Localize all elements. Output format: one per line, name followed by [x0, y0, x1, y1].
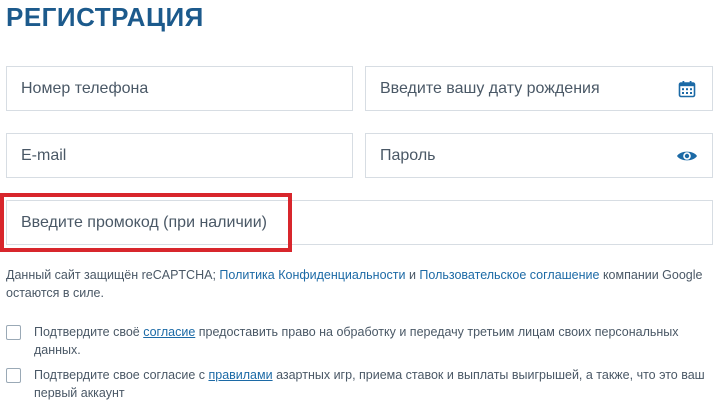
consent-personal-data: Подтвердите своё согласие предоставить п…	[6, 323, 712, 359]
consent-rules: Подтвердите свое согласие с правилами аз…	[6, 366, 712, 402]
promo-highlight-frame	[0, 193, 292, 252]
calendar-icon[interactable]	[676, 78, 698, 100]
consent-rules-text: Подтвердите свое согласие с правилами аз…	[34, 366, 712, 402]
rules-link[interactable]: правилами	[208, 368, 272, 382]
consent-personal-data-text: Подтвердите своё согласие предоставить п…	[34, 323, 712, 359]
page-title: РЕГИСТРАЦИЯ	[6, 2, 204, 32]
consent-2-text-1: Подтвердите свое согласие с	[34, 368, 209, 382]
email-field[interactable]: E-mail	[6, 133, 353, 178]
phone-placeholder: Номер телефона	[21, 79, 149, 97]
consent-rules-checkbox[interactable]	[6, 368, 21, 383]
birthdate-placeholder: Введите вашу дату рождения	[380, 79, 600, 97]
privacy-policy-link[interactable]: Политика Конфиденциальности	[219, 268, 405, 282]
email-placeholder: E-mail	[21, 146, 67, 164]
phone-field[interactable]: Номер телефона	[6, 66, 353, 111]
recaptcha-text-2: и	[405, 268, 420, 282]
consent-link[interactable]: согласие	[143, 325, 195, 339]
recaptcha-notice: Данный сайт защищён reCAPTCHA; Политика …	[6, 266, 706, 302]
password-placeholder: Пароль	[380, 146, 436, 164]
consent-1-text-1: Подтвердите своё	[34, 325, 144, 339]
recaptcha-text-1: Данный сайт защищён reCAPTCHA;	[6, 268, 220, 282]
consent-personal-data-checkbox[interactable]	[6, 325, 21, 340]
eye-icon[interactable]	[676, 145, 698, 167]
password-field[interactable]: Пароль	[365, 133, 713, 178]
terms-of-service-link[interactable]: Пользовательское соглашение	[419, 268, 599, 282]
birthdate-field[interactable]: Введите вашу дату рождения	[365, 66, 713, 111]
